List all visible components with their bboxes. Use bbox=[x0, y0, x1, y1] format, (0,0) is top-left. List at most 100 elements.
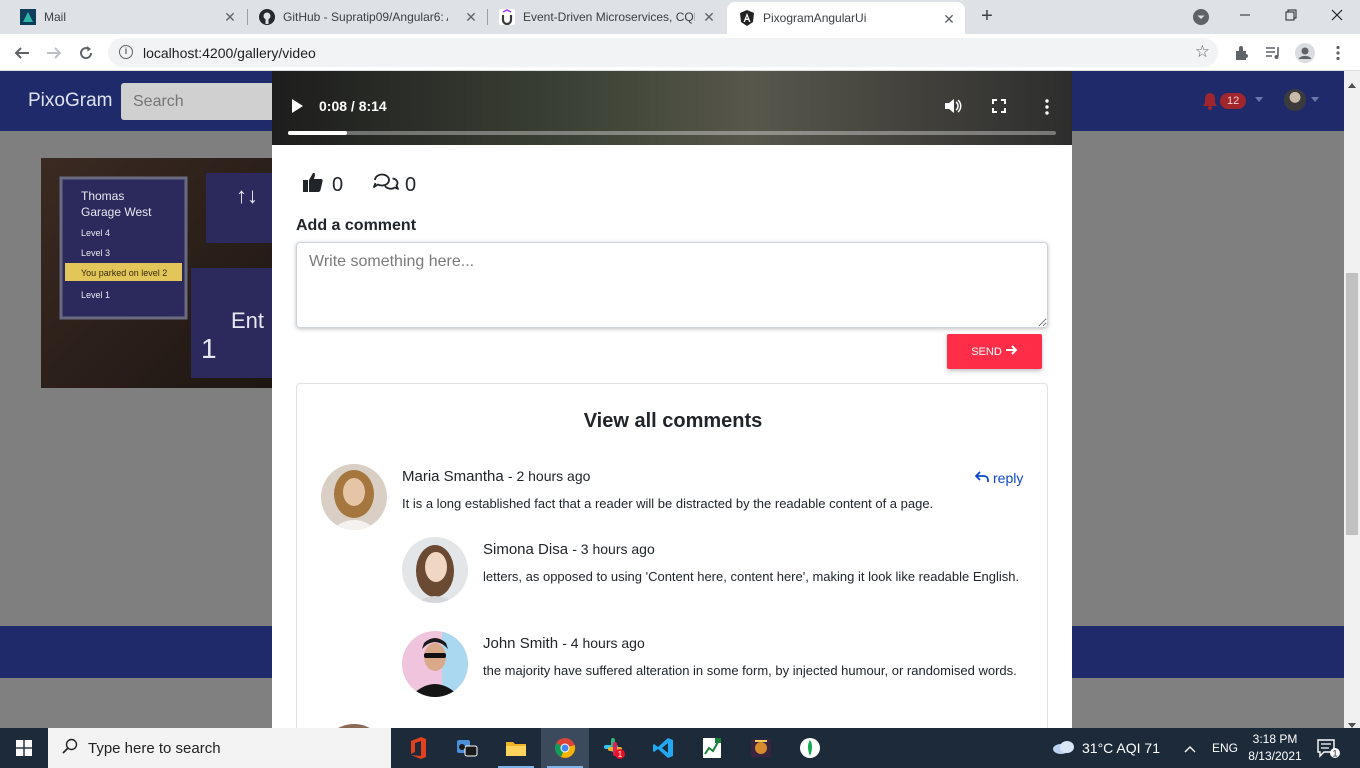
taskbar-clock[interactable]: 3:18 PM 8/13/2021 bbox=[1242, 731, 1308, 765]
chrome-icon[interactable] bbox=[541, 728, 589, 768]
comment-author[interactable]: Simona Disa bbox=[483, 541, 568, 558]
slack-badge-count: 1 bbox=[618, 750, 623, 759]
mongodb-compass-icon[interactable] bbox=[786, 728, 834, 768]
tab-title: Mail bbox=[44, 10, 67, 24]
browser-tab-strip: Mail ✕ GitHub - Supratip09/Angular6: A ✕… bbox=[0, 0, 1360, 34]
comment-text: the majority have suffered alteration in… bbox=[483, 663, 1017, 678]
angular-icon bbox=[739, 10, 755, 26]
weather-cloud-icon[interactable] bbox=[1052, 739, 1076, 758]
reply-label: reply bbox=[993, 470, 1024, 486]
comment-header: Maria Smantha - 2 hours ago bbox=[402, 468, 591, 485]
tab-title: PixogramAngularUi bbox=[763, 11, 867, 25]
reload-icon[interactable] bbox=[73, 40, 99, 66]
windows-start-icon[interactable] bbox=[0, 728, 48, 768]
minimize-icon[interactable] bbox=[1222, 0, 1268, 30]
comment-time: 4 hours ago bbox=[570, 635, 645, 651]
address-bar[interactable]: i localhost:4200/gallery/video ☆ bbox=[108, 38, 1218, 67]
udemy-icon bbox=[499, 9, 515, 25]
user-avatar[interactable] bbox=[1284, 89, 1306, 111]
scroll-up-icon[interactable] bbox=[1348, 75, 1356, 93]
fullscreen-icon[interactable] bbox=[992, 99, 1006, 118]
close-tab-icon[interactable]: ✕ bbox=[941, 11, 957, 27]
url-text: localhost:4200/gallery/video bbox=[143, 45, 316, 61]
clock-time: 3:18 PM bbox=[1252, 732, 1298, 746]
site-info-icon[interactable]: i bbox=[119, 45, 133, 59]
play-icon[interactable] bbox=[290, 98, 304, 119]
browser-toolbar: i localhost:4200/gallery/video ☆ bbox=[0, 34, 1360, 71]
comment-textarea[interactable] bbox=[296, 242, 1048, 328]
notification-count-badge: 12 bbox=[1220, 93, 1247, 109]
svg-text:1: 1 bbox=[201, 333, 217, 364]
volume-icon[interactable] bbox=[944, 98, 962, 119]
comment-header: Simona Disa - 3 hours ago bbox=[483, 541, 655, 558]
reply-link[interactable]: reply bbox=[974, 470, 1024, 486]
chart-app-icon[interactable] bbox=[688, 728, 736, 768]
comment-count: 0 bbox=[405, 173, 417, 196]
new-tab-icon[interactable]: + bbox=[976, 5, 998, 27]
comment-time: 3 hours ago bbox=[580, 541, 655, 557]
slack-icon[interactable]: 1 bbox=[590, 728, 638, 768]
commenter-avatar[interactable] bbox=[321, 464, 387, 530]
tab-title: Event-Driven Microservices, CQR bbox=[523, 10, 695, 24]
svg-text:You parked on level 2: You parked on level 2 bbox=[81, 268, 167, 278]
comment-time: 2 hours ago bbox=[516, 468, 591, 484]
arrow-right-icon bbox=[1005, 345, 1018, 358]
search-input[interactable] bbox=[121, 83, 291, 120]
video-time: 0:08 / 8:14 bbox=[319, 98, 387, 114]
scrollbar-thumb[interactable] bbox=[1346, 273, 1358, 535]
bookmark-star-icon[interactable]: ☆ bbox=[1195, 42, 1210, 62]
action-center-icon[interactable]: 1 bbox=[1316, 738, 1340, 763]
send-label: SEND bbox=[971, 345, 1002, 358]
close-tab-icon[interactable]: ✕ bbox=[701, 9, 717, 25]
commenter-avatar[interactable] bbox=[402, 537, 468, 603]
add-comment-label: Add a comment bbox=[296, 217, 417, 234]
media-control-icon[interactable] bbox=[1261, 41, 1285, 65]
notification-bell-icon[interactable] bbox=[1200, 91, 1220, 116]
back-icon[interactable] bbox=[9, 40, 35, 66]
language-indicator[interactable]: ENG bbox=[1212, 728, 1238, 768]
vscode-icon[interactable] bbox=[639, 728, 687, 768]
taskbar-search-box[interactable]: Type here to search bbox=[48, 728, 391, 768]
like-stat[interactable]: 0 bbox=[302, 171, 343, 199]
tab-mail[interactable]: Mail ✕ bbox=[8, 0, 246, 34]
page-scrollbar[interactable] bbox=[1344, 71, 1360, 728]
tab-search-icon[interactable] bbox=[1193, 9, 1209, 25]
video-more-icon[interactable] bbox=[1045, 99, 1049, 120]
office-icon[interactable] bbox=[394, 728, 442, 768]
send-button[interactable]: SEND bbox=[947, 334, 1042, 369]
comments-icon[interactable] bbox=[373, 171, 399, 199]
mail-icon bbox=[20, 9, 36, 25]
commenter-avatar[interactable] bbox=[402, 631, 468, 697]
svg-text:Ent: Ent bbox=[231, 308, 264, 333]
tab-github[interactable]: GitHub - Supratip09/Angular6: A ✕ bbox=[247, 0, 487, 34]
weather-text[interactable]: 31°C AQI 71 bbox=[1082, 740, 1160, 756]
more-menu-icon[interactable] bbox=[1326, 41, 1350, 65]
comment-author[interactable]: Maria Smantha bbox=[402, 468, 504, 485]
brand-logo[interactable]: PixoGram bbox=[28, 90, 112, 112]
clock-date: 8/13/2021 bbox=[1248, 749, 1302, 763]
file-explorer-icon[interactable] bbox=[492, 728, 540, 768]
chevron-down-icon[interactable] bbox=[1255, 97, 1263, 102]
tab-udemy[interactable]: Event-Driven Microservices, CQR ✕ bbox=[487, 0, 725, 34]
close-tab-icon[interactable]: ✕ bbox=[463, 9, 479, 25]
close-window-icon[interactable] bbox=[1314, 0, 1360, 30]
comment-author[interactable]: John Smith bbox=[483, 635, 558, 652]
windows-terminal-icon[interactable] bbox=[443, 728, 491, 768]
forward-icon[interactable] bbox=[41, 40, 67, 66]
game-app-icon[interactable] bbox=[737, 728, 785, 768]
video-player[interactable]: 0:08 / 8:14 bbox=[272, 71, 1072, 145]
close-tab-icon[interactable]: ✕ bbox=[222, 9, 238, 25]
gallery-video-thumbnail[interactable]: Thomas Garage West Level 4 Level 3 You p… bbox=[41, 158, 273, 388]
extensions-icon[interactable] bbox=[1230, 41, 1254, 65]
thumbs-up-icon[interactable] bbox=[302, 171, 324, 199]
restore-icon[interactable] bbox=[1268, 0, 1314, 30]
video-progress-bar[interactable] bbox=[288, 131, 1056, 135]
svg-text:Thomas: Thomas bbox=[81, 189, 124, 203]
comment-stat[interactable]: 0 bbox=[373, 171, 416, 199]
profile-icon[interactable] bbox=[1293, 41, 1317, 65]
video-controls: 0:08 / 8:14 bbox=[272, 81, 1072, 141]
tab-pixogram[interactable]: PixogramAngularUi ✕ bbox=[727, 2, 965, 34]
svg-text:↑↓: ↑↓ bbox=[236, 183, 258, 208]
chevron-down-icon[interactable] bbox=[1311, 97, 1319, 102]
chevron-up-icon[interactable] bbox=[1184, 741, 1196, 756]
